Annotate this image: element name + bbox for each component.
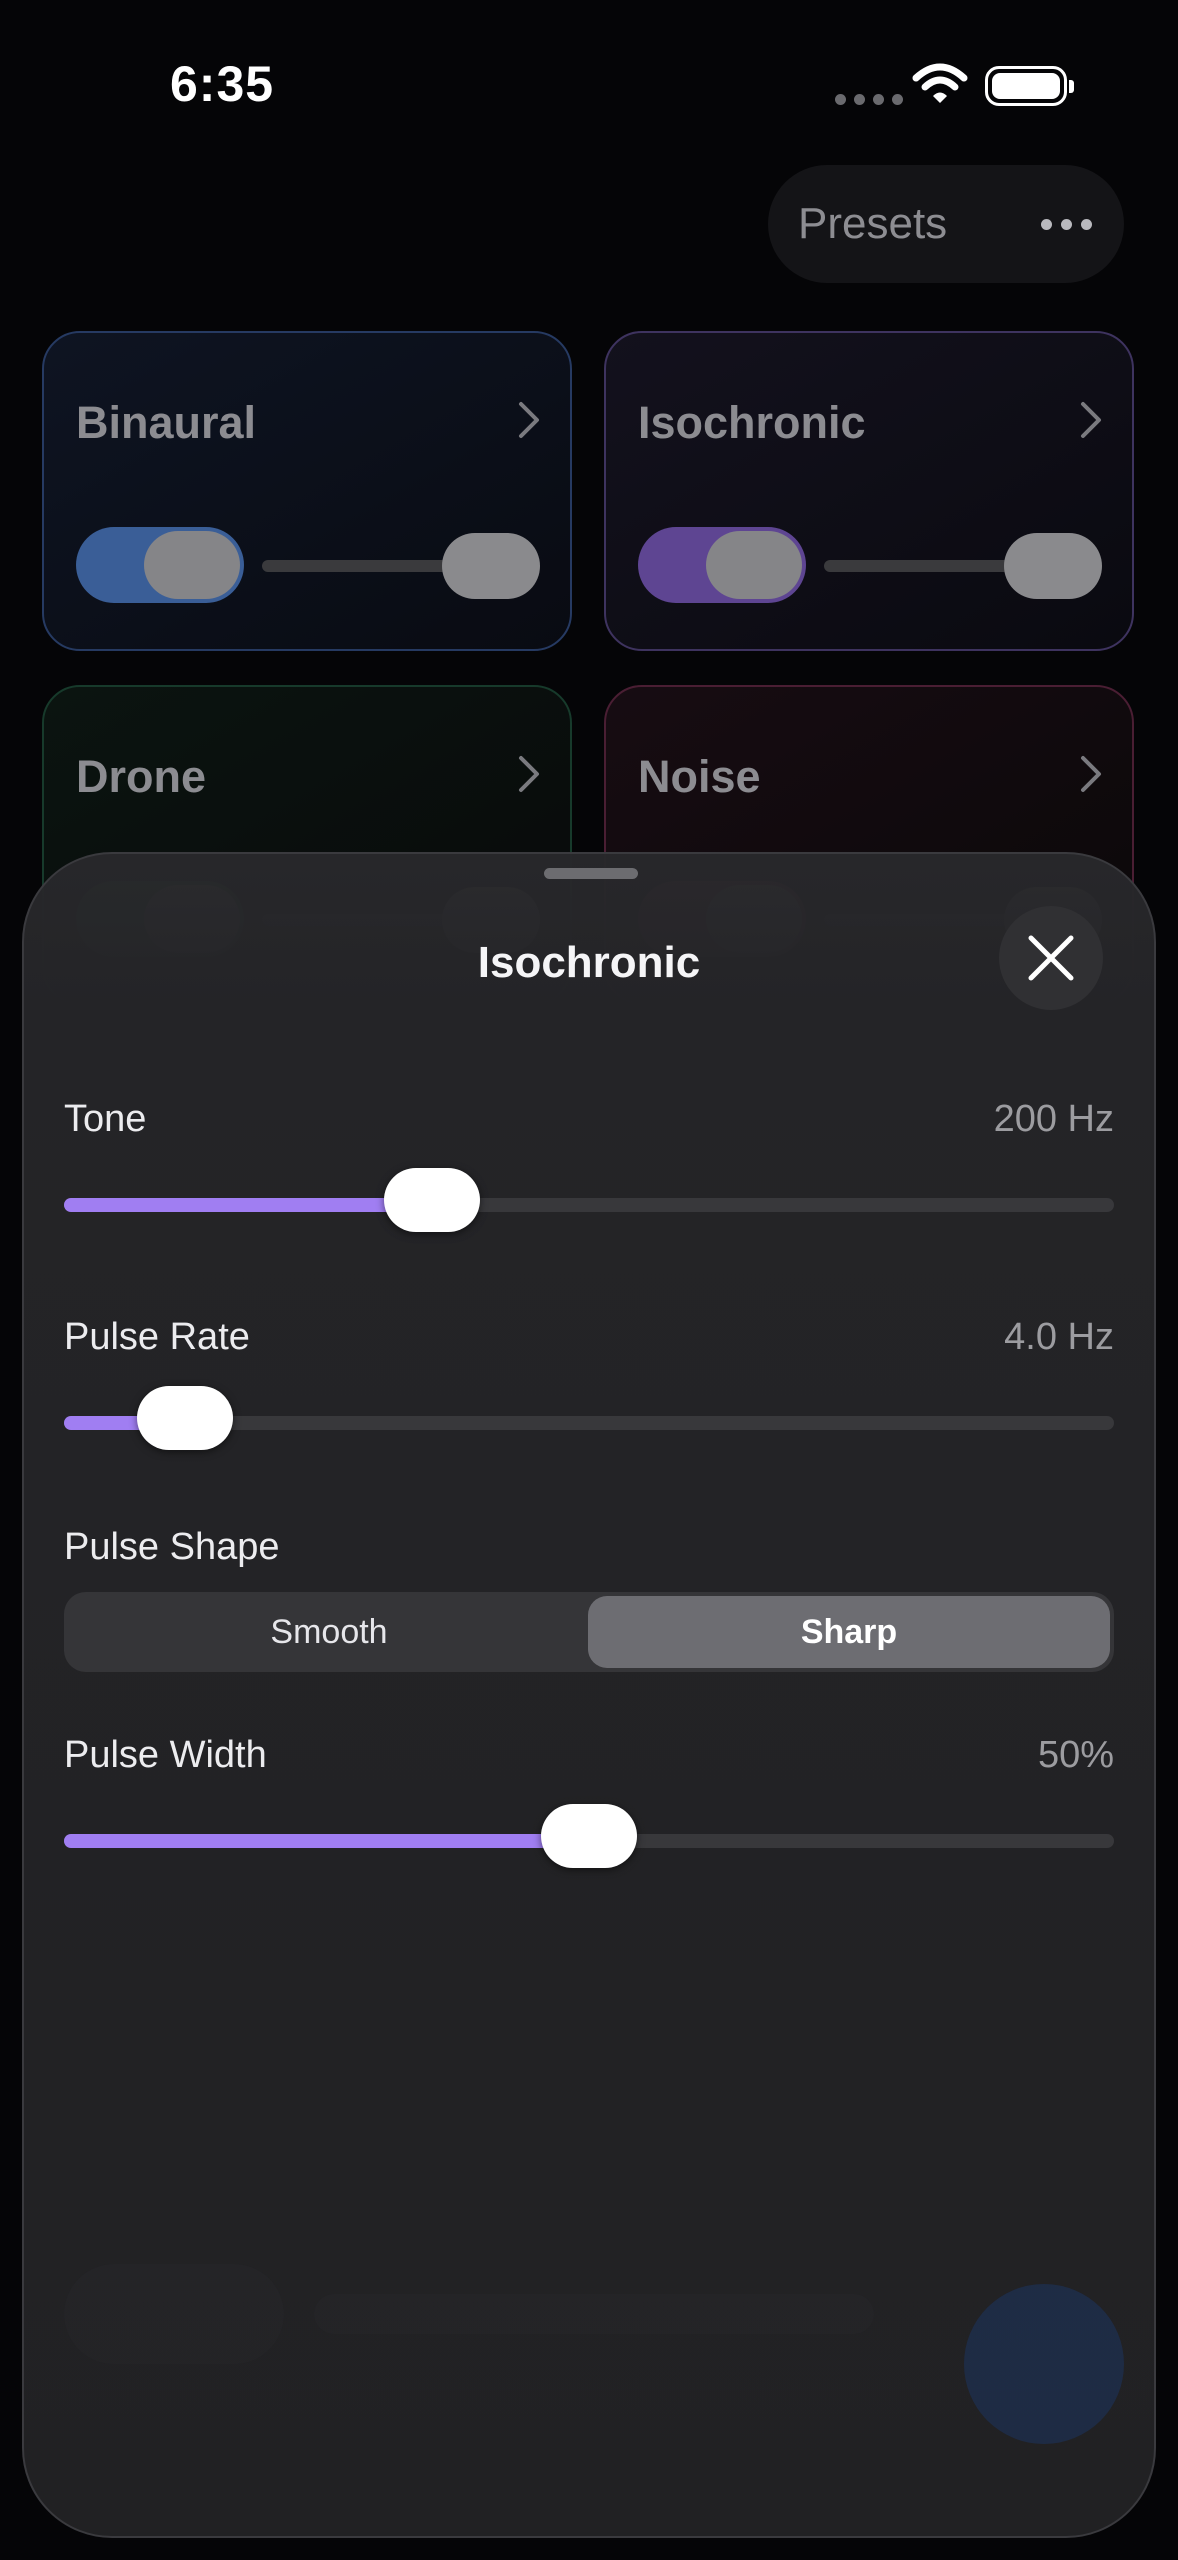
tone-label: Tone <box>64 1098 147 1140</box>
sheet-drag-handle[interactable] <box>544 868 638 879</box>
close-icon <box>1028 935 1074 981</box>
card-isochronic[interactable]: Isochronic <box>604 331 1134 651</box>
pulse-width-label: Pulse Width <box>64 1734 267 1776</box>
pulse-width-value: 50% <box>1037 1734 1114 1776</box>
cellular-signal-icon <box>835 94 903 105</box>
binaural-toggle[interactable] <box>76 527 244 603</box>
presets-bar: Presets <box>768 165 1124 283</box>
segment-sharp[interactable]: Sharp <box>588 1596 1110 1668</box>
chevron-right-icon <box>1081 756 1101 792</box>
sheet-title: Isochronic <box>477 938 701 987</box>
pulse-width-slider-fill <box>64 1834 589 1848</box>
chevron-right-icon <box>519 402 539 438</box>
background-play-button-ghost <box>964 2284 1124 2444</box>
background-progress-ghost <box>314 2294 874 2334</box>
pulse-rate-label: Pulse Rate <box>64 1316 250 1358</box>
isochronic-toggle[interactable] <box>638 527 806 603</box>
pulse-shape-segmented-control: Smooth Sharp <box>64 1592 1114 1672</box>
wifi-icon <box>912 63 968 103</box>
pulse-width-slider[interactable] <box>64 1804 1114 1868</box>
tone-slider-fill <box>64 1198 432 1212</box>
tone-value: 200 Hz <box>993 1098 1114 1140</box>
status-bar: 6:35 <box>0 0 1178 170</box>
isochronic-volume-thumb[interactable] <box>1004 533 1102 599</box>
tone-slider[interactable] <box>64 1168 1114 1232</box>
status-time: 6:35 <box>170 56 275 112</box>
chevron-right-icon <box>1081 402 1101 438</box>
more-options-icon[interactable] <box>1026 191 1106 257</box>
pulse-width-slider-thumb[interactable] <box>541 1804 637 1868</box>
battery-icon <box>985 66 1074 106</box>
segment-smooth[interactable]: Smooth <box>68 1596 590 1668</box>
card-title: Binaural <box>76 397 257 448</box>
card-title: Noise <box>638 751 761 802</box>
pulse-rate-value: 4.0 Hz <box>1004 1316 1114 1358</box>
tone-slider-thumb[interactable] <box>383 1168 480 1232</box>
pulse-shape-label: Pulse Shape <box>64 1526 280 1568</box>
chevron-right-icon <box>519 756 539 792</box>
card-title: Drone <box>76 751 207 802</box>
presets-button[interactable]: Presets <box>798 199 947 249</box>
isochronic-settings-sheet: Isochronic Tone 200 Hz Pulse Rate 4.0 Hz… <box>22 852 1156 2538</box>
card-title: Isochronic <box>638 397 866 448</box>
pulse-rate-slider-thumb[interactable] <box>136 1386 233 1450</box>
binaural-volume-thumb[interactable] <box>442 533 540 599</box>
card-binaural[interactable]: Binaural <box>42 331 572 651</box>
pulse-rate-slider[interactable] <box>64 1386 1114 1450</box>
background-player-ghost <box>64 2264 284 2364</box>
close-button[interactable] <box>999 906 1103 1010</box>
